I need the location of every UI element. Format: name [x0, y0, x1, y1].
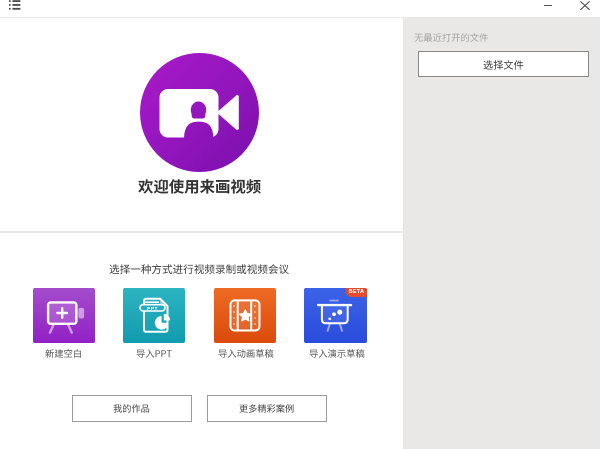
svg-text:PPT: PPT	[147, 306, 158, 312]
